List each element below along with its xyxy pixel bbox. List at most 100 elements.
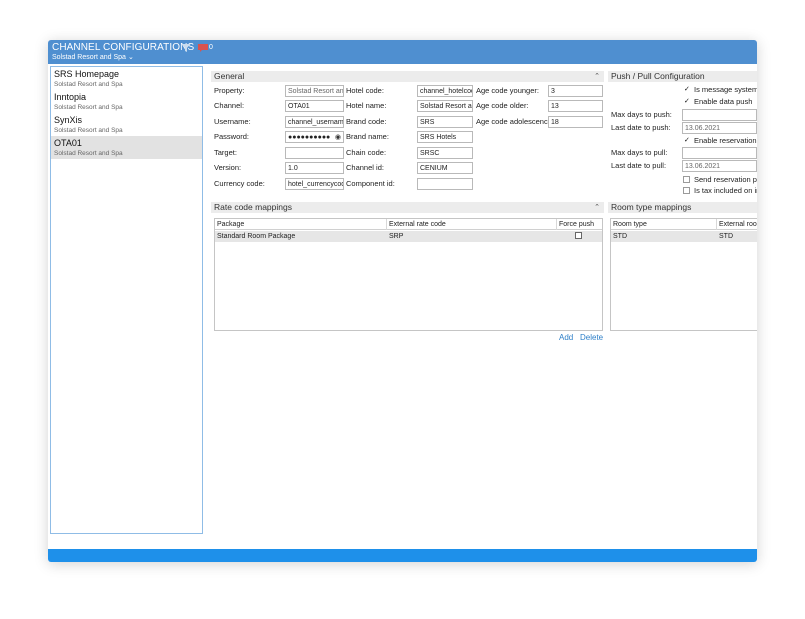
push-pull-section-title: Push / Pull Configuration [611,71,705,81]
channel-item-name: SRS Homepage [54,69,120,79]
column-header-force-push[interactable]: Force push [557,219,602,230]
channel-item-inntopia[interactable]: Inntopia Solstad Resort and Spa [51,90,202,113]
channel-item-name: SynXis [54,115,83,125]
age-code-adolescence-field[interactable]: 18 [548,116,603,128]
hotel-name-field[interactable]: Solstad Resort and Spa [417,100,473,112]
channel-item-property: Solstad Resort and Spa [54,150,123,157]
age-code-younger-field[interactable]: 3 [548,85,603,97]
eye-icon[interactable]: ◉ [335,133,341,142]
enable-reservation-pull-label: Enable reservation pu [694,136,757,145]
version-field[interactable]: 1.0 [285,162,344,174]
password-field[interactable]: ●●●●●●●●●● ◉ [285,131,344,143]
message-icon[interactable] [198,44,208,52]
room-type-section-title: Room type mappings [611,202,692,212]
is-message-system-checkbox[interactable]: ✓ [683,86,690,93]
age-code-younger-label: Age code younger: [476,86,539,95]
footer-bar [48,549,757,562]
age-code-older-label: Age code older: [476,101,529,110]
hotel-code-field[interactable]: channel_hotelcode [417,85,473,97]
row-package: Standard Room Package [217,233,296,240]
channel-item-property: Solstad Resort and Spa [54,104,123,111]
title-bar: CHANNEL CONFIGURATIONS Solstad Resort an… [48,40,757,64]
username-label: Username: [214,117,251,126]
channel-label: Channel: [214,101,245,110]
is-message-system-label: Is message system av [694,85,757,94]
column-header-room-type[interactable]: Room type [611,219,717,230]
version-label: Version: [214,163,242,172]
channel-item-property: Solstad Resort and Spa [54,81,123,88]
message-count: 0 [209,44,213,51]
brand-code-label: Brand code: [346,117,387,126]
rate-code-section-header[interactable]: Rate code mappings ⌃ [211,202,604,213]
component-id-field[interactable] [417,178,473,190]
max-days-pull-label: Max days to pull: [611,148,668,157]
password-value: ●●●●●●●●●● [288,134,331,141]
target-field[interactable] [285,147,344,159]
row-room-type: STD [613,233,627,240]
room-type-section-header[interactable]: Room type mappings [608,202,757,213]
table-row[interactable]: Standard Room Package SRP [215,231,602,242]
general-section-header[interactable]: General ⌃ [211,71,604,82]
room-type-grid-header: Room type External roo [611,219,757,230]
hotel-name-label: Hotel name: [346,101,387,110]
channel-item-ota01[interactable]: OTA01 Solstad Resort and Spa [51,136,202,159]
brand-name-field[interactable]: SRS Hotels [417,131,473,143]
channel-field[interactable]: OTA01 [285,100,344,112]
tax-included-checkbox[interactable] [683,187,690,194]
hotel-code-label: Hotel code: [346,86,384,95]
table-row[interactable]: STD STD [611,231,757,242]
push-pull-section-header[interactable]: Push / Pull Configuration [608,71,757,82]
collapse-icon[interactable]: ⌃ [594,202,600,213]
max-days-pull-field[interactable] [682,147,757,159]
channel-config-window: CHANNEL CONFIGURATIONS Solstad Resort an… [48,40,757,562]
row-external-rate-code: SRP [389,233,404,240]
property-field[interactable]: Solstad Resort and Spa [285,85,344,97]
username-field[interactable]: channel_username [285,116,344,128]
add-mapping-link[interactable]: Add [559,333,573,342]
enable-reservation-pull-checkbox[interactable]: ✓ [683,137,690,144]
general-section-title: General [214,71,245,81]
channel-id-field[interactable]: CENIUM [417,162,473,174]
column-header-external-room[interactable]: External roo [717,219,757,230]
property-selector[interactable]: Solstad Resort and Spa ⌄ [52,53,134,61]
tax-included-label: Is tax included on inc [694,186,757,195]
channel-item-srs-homepage[interactable]: SRS Homepage Solstad Resort and Spa [51,67,202,90]
last-date-push-label: Last date to push: [611,123,671,132]
last-date-push-field[interactable]: 13.06.2021 [682,122,757,134]
chain-code-label: Chain code: [346,148,387,157]
send-reservation-pull-checkbox[interactable] [683,176,690,183]
max-days-push-field[interactable] [682,109,757,121]
last-date-pull-label: Last date to pull: [611,161,667,170]
channel-list: SRS Homepage Solstad Resort and Spa Innt… [50,66,203,534]
property-label: Property: [214,86,245,95]
currency-code-field[interactable]: hotel_currencycode [285,178,344,190]
password-label: Password: [214,132,250,141]
collapse-icon[interactable]: ⌃ [594,71,600,82]
age-code-older-field[interactable]: 13 [548,100,603,112]
page-title: CHANNEL CONFIGURATIONS [52,42,195,53]
column-header-package[interactable]: Package [215,219,387,230]
last-date-pull-field[interactable]: 13.06.2021 [682,160,757,172]
row-external-room: STD [719,233,733,240]
filter-icon[interactable] [181,43,191,53]
send-reservation-pull-label: Send reservation pull [694,175,757,184]
column-header-external-rate-code[interactable]: External rate code [387,219,557,230]
channel-id-label: Channel id: [346,163,384,172]
room-type-grid: Room type External roo STD STD [610,218,757,331]
rate-code-grid: Package External rate code Force push St… [214,218,603,331]
brand-code-field[interactable]: SRS [417,116,473,128]
max-days-push-label: Max days to push: [611,110,672,119]
currency-code-label: Currency code: [214,179,265,188]
chain-code-field[interactable]: SRSC [417,147,473,159]
channel-item-name: OTA01 [54,138,82,148]
force-push-checkbox[interactable] [575,232,582,239]
channel-item-synxis[interactable]: SynXis Solstad Resort and Spa [51,113,202,136]
channel-item-name: Inntopia [54,92,87,102]
property-selector-label: Solstad Resort and Spa [52,54,126,61]
rate-code-section-title: Rate code mappings [214,202,292,212]
enable-data-push-checkbox[interactable]: ✓ [683,98,690,105]
delete-mapping-link[interactable]: Delete [580,333,603,342]
chevron-down-icon: ⌄ [127,54,134,61]
channel-item-property: Solstad Resort and Spa [54,127,123,134]
brand-name-label: Brand name: [346,132,389,141]
